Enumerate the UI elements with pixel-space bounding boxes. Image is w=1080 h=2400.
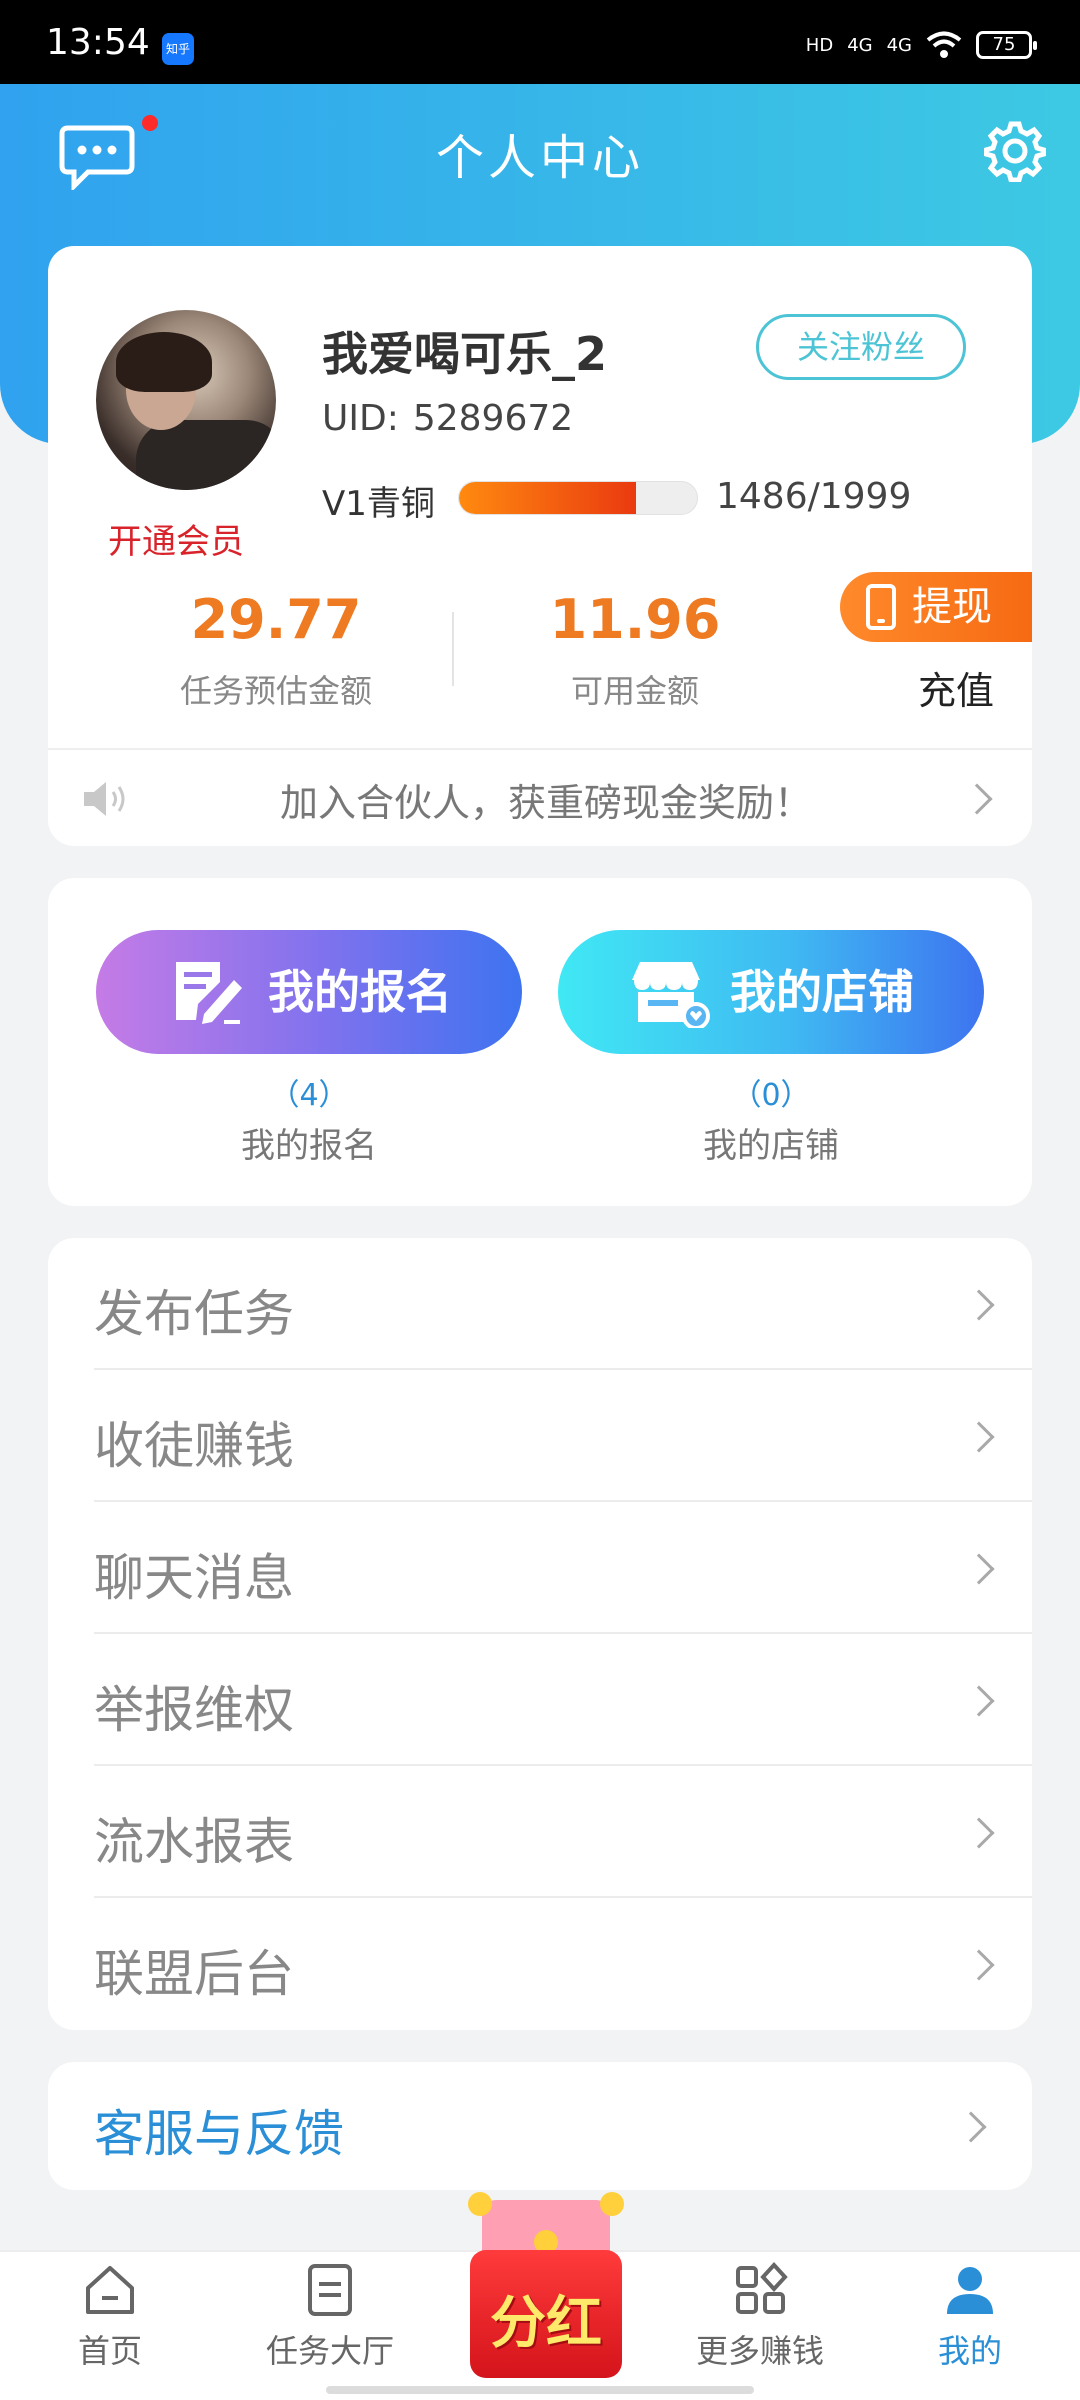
store-caption[interactable]: 我的店铺 — [621, 1118, 921, 1167]
tab-home[interactable]: 首页 — [20, 2262, 200, 2372]
tab-label: 首页 — [77, 2332, 142, 2370]
username: 我爱喝可乐_2 — [322, 327, 608, 381]
chevron-right-icon — [963, 1421, 995, 1453]
menu-item-statements[interactable]: 流水报表 — [48, 1766, 1032, 1898]
hd-icon: HD — [805, 34, 834, 56]
menu-item-label: 发布任务 — [94, 1285, 294, 1343]
partner-notice[interactable]: 加入合伙人，获重磅现金奖励！ — [156, 772, 936, 827]
chevron-right-icon — [963, 1817, 995, 1849]
level-name: V1青铜 — [322, 484, 435, 524]
dividend-label: 分红 — [490, 2291, 602, 2356]
menu-item-label: 流水报表 — [94, 1813, 294, 1871]
uid-value: 5289672 — [412, 398, 574, 439]
home-icon — [86, 2266, 134, 2314]
chevron-right-icon — [963, 1949, 995, 1981]
avatar-hair-shape — [116, 332, 212, 392]
level-value: 1486/1999 — [716, 476, 912, 517]
signal-icon-1: 4G — [847, 34, 873, 56]
estimated-amount-label: 任务预估金额 — [179, 672, 372, 710]
avatar[interactable] — [96, 310, 276, 490]
open-vip-link[interactable]: 开通会员 — [108, 514, 244, 563]
menu-item-recruit[interactable]: 收徒赚钱 — [48, 1370, 1032, 1502]
chevron-right-icon — [963, 1553, 995, 1585]
wifi-icon — [926, 31, 962, 58]
my-store-label: 我的店铺 — [730, 965, 914, 1019]
available-amount-label: 可用金额 — [570, 672, 699, 710]
avatar-body-shape — [136, 420, 276, 490]
menu-item-chat[interactable]: 聊天消息 — [48, 1502, 1032, 1634]
menu-item-alliance-admin[interactable]: 联盟后台 — [48, 1898, 1032, 2030]
available-amount[interactable]: 11.96 — [510, 588, 760, 651]
withdraw-button[interactable]: 提现 — [840, 572, 1032, 642]
follow-fans-button[interactable]: 关注粉丝 — [756, 314, 966, 380]
menu-item-publish-task[interactable]: 发布任务 — [48, 1238, 1032, 1370]
battery-icon: 75 — [976, 31, 1037, 59]
store-icon — [632, 962, 710, 1028]
my-signup-label: 我的报名 — [268, 965, 452, 1019]
my-store-button[interactable]: 我的店铺 — [558, 930, 984, 1054]
menu-item-label: 收徒赚钱 — [94, 1417, 294, 1475]
tab-task-hall[interactable]: 任务大厅 — [240, 2262, 420, 2372]
uid-label: UID: — [322, 398, 399, 439]
status-bar: 13:54 知乎 HD 4G 4G 75 — [0, 0, 1080, 84]
signup-count: （4） — [269, 1078, 349, 1113]
menu-item-report[interactable]: 举报维权 — [48, 1634, 1032, 1766]
recharge-link[interactable]: 充值 — [918, 660, 994, 715]
my-signup-button[interactable]: 我的报名 — [96, 930, 522, 1054]
chevron-right-icon — [963, 1685, 995, 1717]
menu-item-label: 聊天消息 — [94, 1549, 294, 1607]
coin-icon — [468, 2192, 492, 2216]
tab-more-earning[interactable]: 更多赚钱 — [670, 2262, 850, 2372]
tab-label: 我的 — [937, 2332, 1002, 2370]
withdraw-label: 提现 — [912, 584, 992, 630]
signal-icon-2: 4G — [886, 34, 912, 56]
support-feedback-label[interactable]: 客服与反馈 — [94, 2094, 344, 2166]
estimated-amount[interactable]: 29.77 — [148, 588, 404, 651]
speaker-icon — [84, 782, 125, 816]
apps-icon — [736, 2262, 788, 2314]
chevron-right-icon — [963, 1289, 995, 1321]
coin-icon — [600, 2192, 624, 2216]
page-title: 个人中心 — [435, 130, 644, 186]
user-icon — [947, 2267, 993, 2314]
zhihu-app-icon: 知乎 — [162, 33, 194, 65]
home-indicator[interactable] — [326, 2386, 754, 2394]
signup-caption[interactable]: 我的报名 — [159, 1118, 459, 1167]
dividend-red-packet-button[interactable]: 分红 — [464, 2190, 628, 2386]
menu-item-label: 举报维权 — [94, 1681, 294, 1739]
status-icons: HD 4G 4G 75 — [805, 28, 1037, 62]
menu-item-label: 联盟后台 — [94, 1945, 294, 2003]
edit-form-icon — [176, 962, 242, 1024]
tab-label: 更多赚钱 — [695, 2332, 824, 2370]
uid-row: UID: 5289672 — [322, 398, 573, 439]
notice-divider — [48, 748, 1032, 750]
document-icon — [308, 2264, 352, 2316]
tab-mine[interactable]: 我的 — [880, 2262, 1060, 2372]
level-progress-bar — [458, 481, 698, 515]
phone-icon — [866, 584, 896, 630]
level-progress-fill — [459, 482, 636, 514]
amount-divider — [452, 612, 454, 686]
gear-icon[interactable] — [984, 120, 1046, 182]
status-time: 13:54 — [46, 22, 150, 63]
store-count: （0） — [731, 1078, 811, 1113]
tab-label: 任务大厅 — [265, 2332, 394, 2370]
